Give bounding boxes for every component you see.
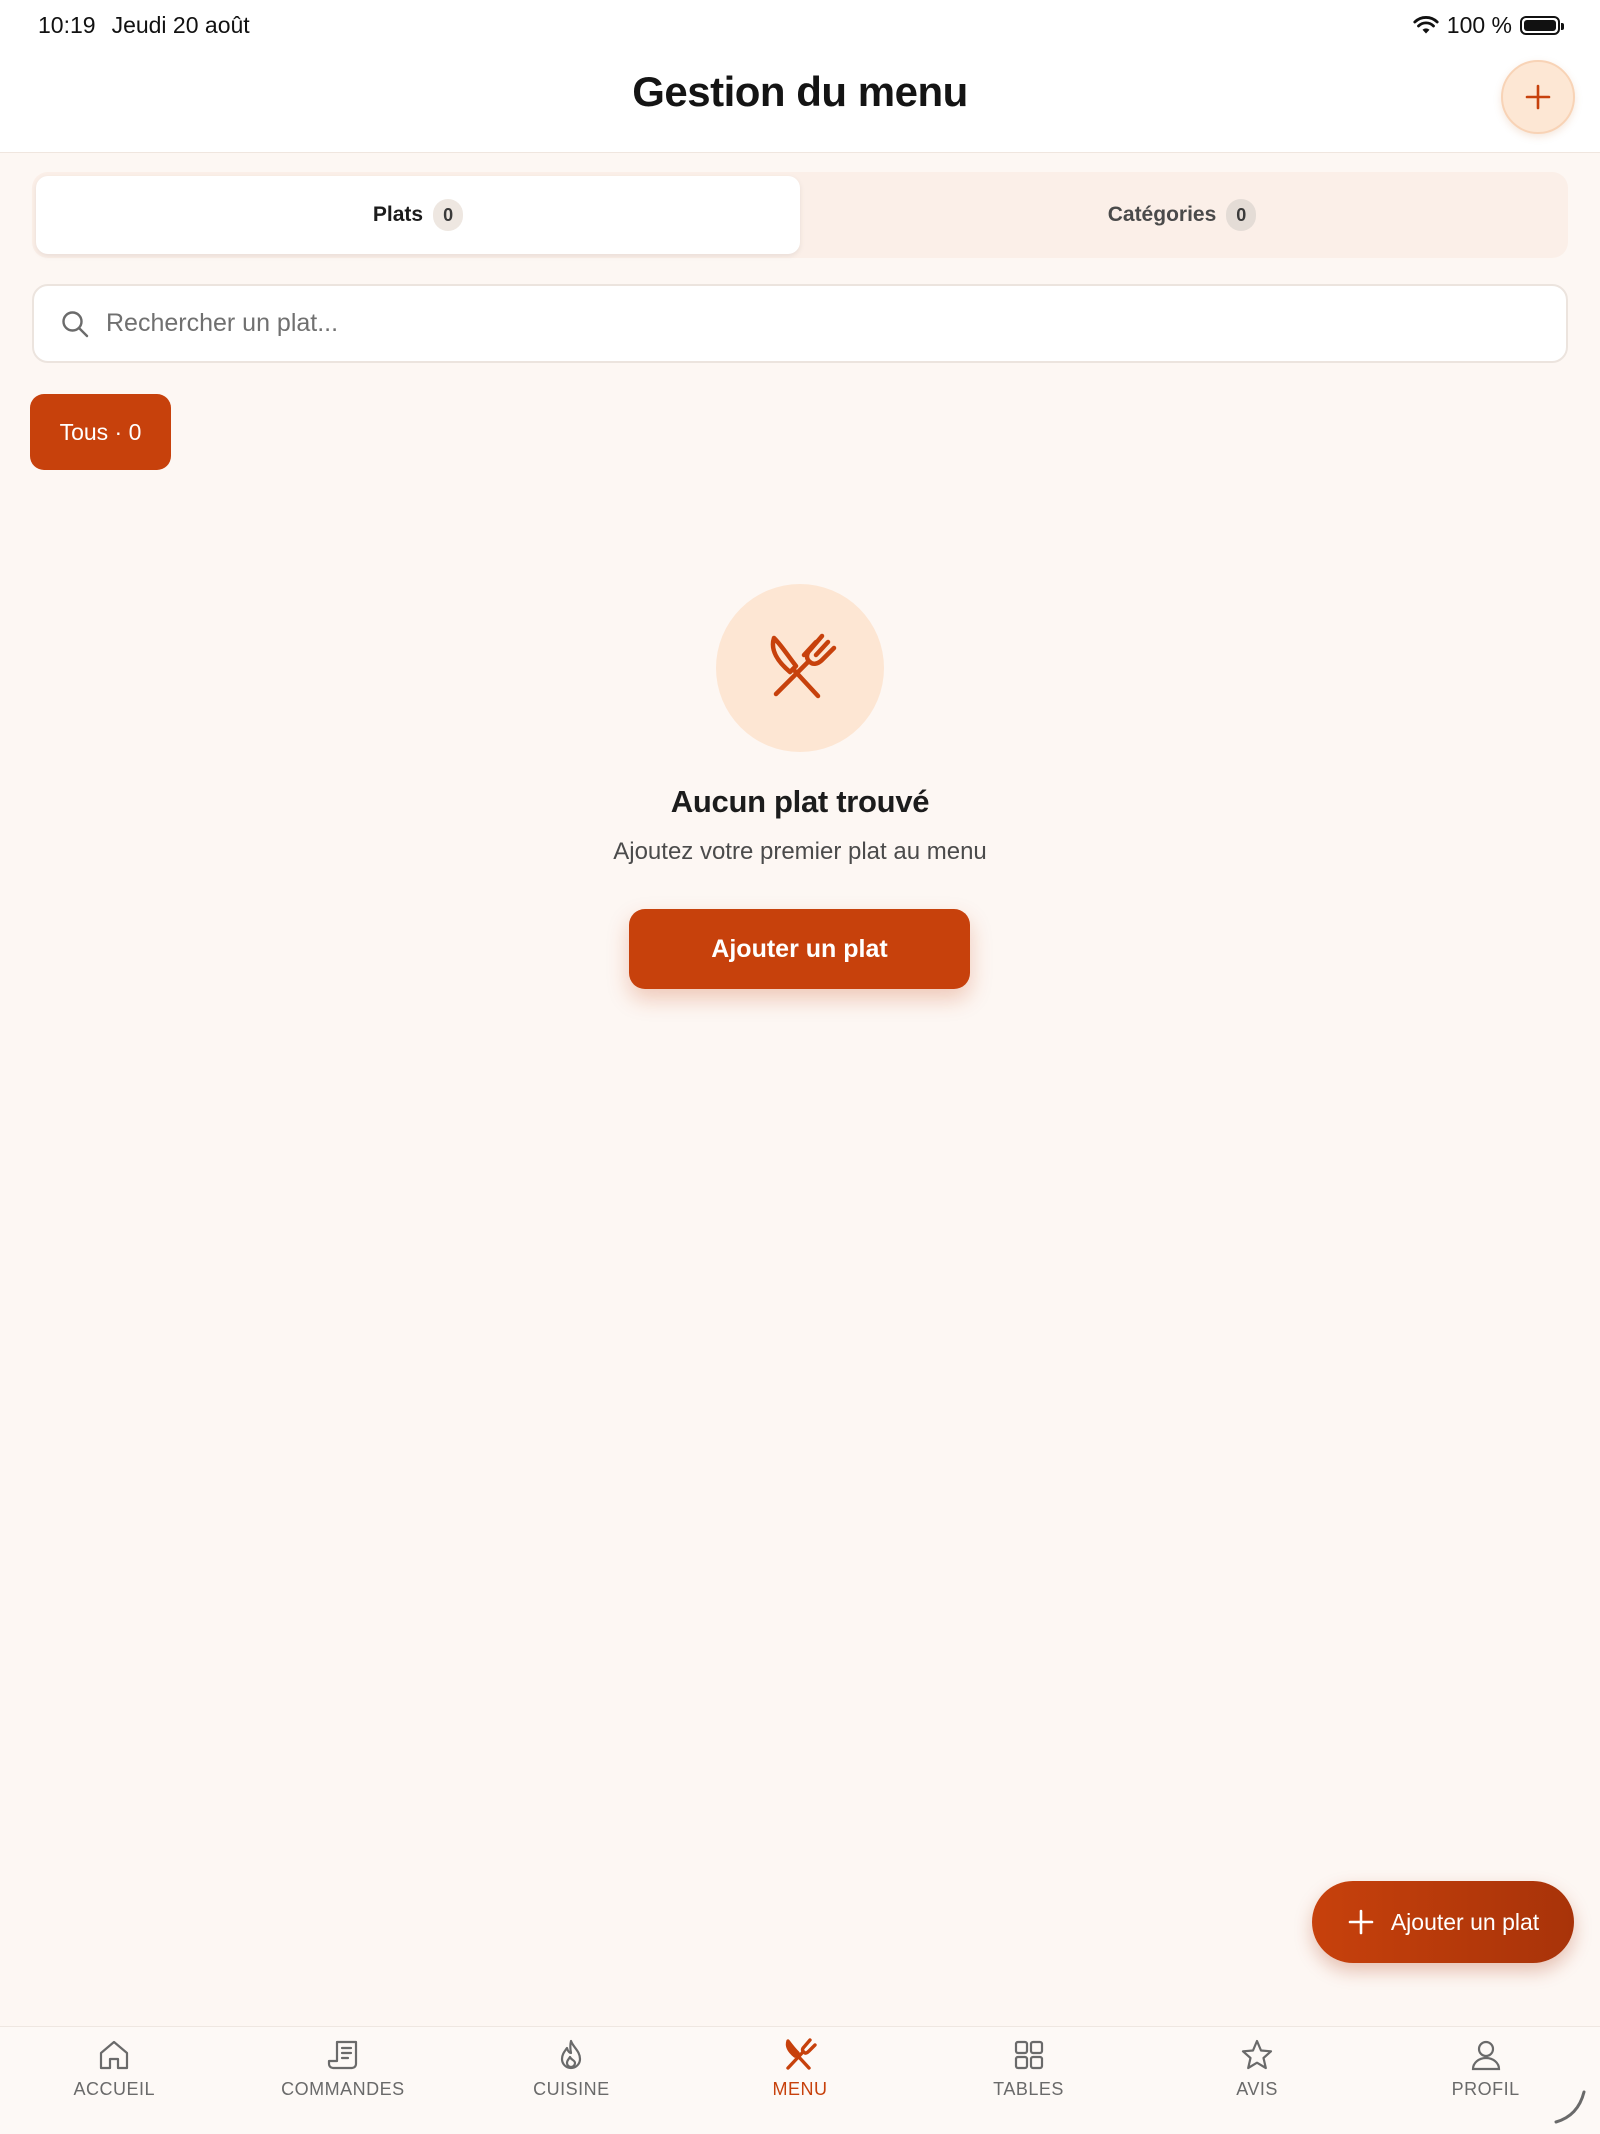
flame-icon xyxy=(561,2039,582,2070)
tab-count-badge: 0 xyxy=(433,199,464,231)
user-icon xyxy=(1471,2040,1500,2071)
page-title: Gestion du menu xyxy=(632,68,968,115)
filter-chip-all[interactable]: Tous · 0 xyxy=(30,394,171,470)
fab-label: Ajouter un plat xyxy=(1390,1908,1540,1935)
nav-item-avis[interactable]: AVIS xyxy=(1143,2027,1372,2134)
status-right: 100 % xyxy=(1413,11,1564,39)
tab-categories[interactable]: Catégories 0 xyxy=(800,176,1564,254)
nav-item-accueil[interactable]: ACCUEIL xyxy=(0,2027,229,2134)
search-bar xyxy=(32,284,1568,363)
tab-count-badge: 0 xyxy=(1226,199,1257,231)
nav-item-tables[interactable]: TABLES xyxy=(914,2027,1143,2134)
nav-item-commandes[interactable]: COMMANDES xyxy=(229,2027,458,2134)
star-icon xyxy=(1241,2039,1273,2070)
nav-item-cuisine[interactable]: CUISINE xyxy=(457,2027,686,2134)
nav-label: PROFIL xyxy=(1451,2079,1520,2099)
bottom-nav: ACCUEIL COMMANDES CUISINE MENU TABLES AV… xyxy=(0,2026,1600,2134)
nav-label: COMMANDES xyxy=(281,2079,405,2099)
header-add-button[interactable] xyxy=(1501,60,1575,134)
utensils-icon xyxy=(770,633,837,699)
segmented-tabs: Plats 0 Catégories 0 xyxy=(32,172,1568,258)
tab-label: Plats xyxy=(372,203,424,226)
nav-label: MENU xyxy=(772,2079,828,2099)
empty-state-title: Aucun plat trouvé xyxy=(670,784,930,819)
header: Gestion du menu xyxy=(0,50,1600,153)
tab-plats[interactable]: Plats 0 xyxy=(36,176,800,254)
status-bar: 10:19 Jeudi 20 août 100 % xyxy=(0,0,1600,50)
home-icon xyxy=(100,2040,129,2070)
empty-state-subtitle: Ajoutez votre premier plat au menu xyxy=(613,838,987,865)
empty-state-badge xyxy=(716,584,884,752)
search-icon xyxy=(62,310,89,337)
utensils-icon xyxy=(785,2038,817,2070)
resize-grip-icon xyxy=(1554,2090,1586,2124)
plus-icon xyxy=(1525,84,1551,110)
status-time: 10:19 xyxy=(38,11,96,38)
nav-label: AVIS xyxy=(1236,2079,1278,2099)
search-input[interactable] xyxy=(106,309,1506,338)
nav-label: ACCUEIL xyxy=(73,2079,156,2099)
status-date: Jeudi 20 août xyxy=(111,11,250,38)
nav-item-menu[interactable]: MENU xyxy=(686,2027,915,2134)
wifi-icon xyxy=(1413,16,1439,34)
grid-icon xyxy=(1014,2040,1043,2070)
tab-label: Catégories xyxy=(1107,203,1217,226)
fab-add-dish-button[interactable]: Ajouter un plat xyxy=(1312,1881,1574,1963)
nav-label: CUISINE xyxy=(533,2079,610,2099)
status-left: 10:19 Jeudi 20 août xyxy=(38,12,250,39)
add-dish-button[interactable]: Ajouter un plat xyxy=(629,909,970,989)
plus-icon xyxy=(1348,1909,1374,1935)
receipt-icon xyxy=(327,2040,357,2070)
battery-percent: 100 % xyxy=(1446,11,1512,38)
battery-icon xyxy=(1520,15,1564,35)
nav-label: TABLES xyxy=(993,2079,1064,2099)
